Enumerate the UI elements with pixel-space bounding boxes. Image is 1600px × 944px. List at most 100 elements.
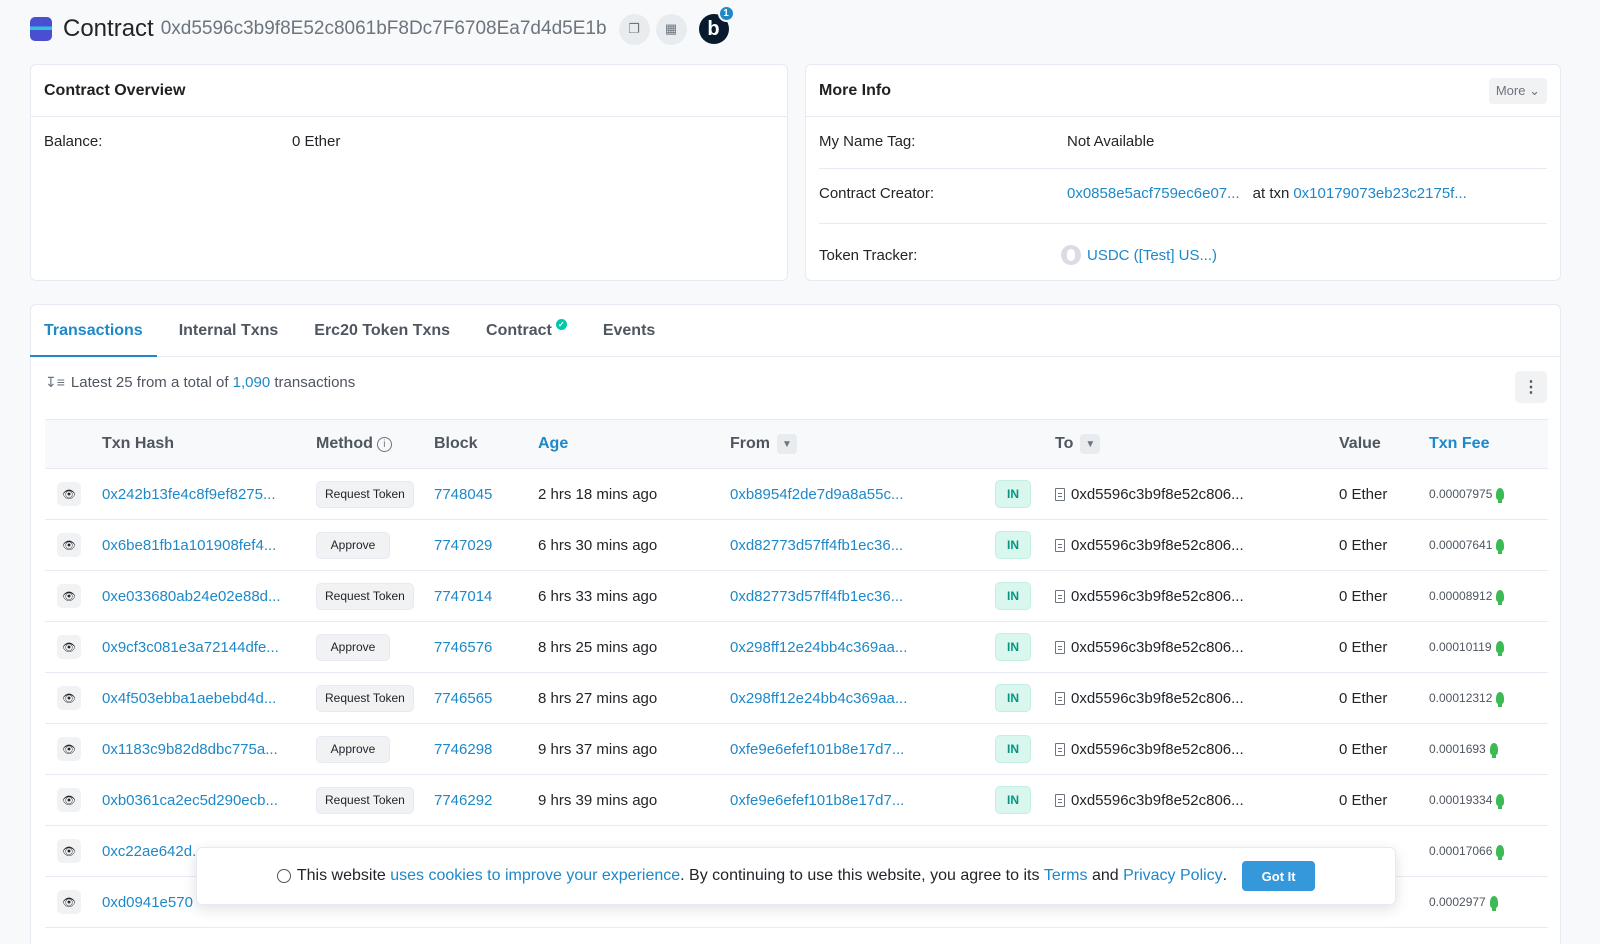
info-icon[interactable]: i [376,436,392,452]
col-txn-fee[interactable]: Txn Fee [1429,420,1489,468]
block-link[interactable]: 7746565 [434,690,492,707]
to-address: 0xd5596c3b9f8e52c806... [1071,740,1244,758]
eye-icon[interactable]: 👁 [57,686,81,710]
gas-bulb-icon [1496,539,1505,554]
col-age[interactable]: Age [538,420,568,468]
tab-erc20-token-txns[interactable]: Erc20 Token Txns [314,305,450,356]
txn-fee-text: 0.00007641 [1429,538,1493,552]
txn-hash-link[interactable]: 0xb0361ca2ec5d290ecb... [102,792,278,809]
tab-events[interactable]: Events [603,305,655,356]
divider [819,168,1547,169]
eye-icon[interactable]: 👁 [57,533,81,557]
summary-suffix: transactions [274,374,356,391]
txn-fee-text: 0.00008912 [1429,589,1493,603]
direction-badge: IN [995,735,1031,763]
value-text: 0 Ether [1339,791,1388,809]
tab-bar: Transactions Internal Txns Erc20 Token T… [30,305,1560,357]
from-address-link[interactable]: 0x298ff12e24bb4c369aa... [730,690,907,707]
txn-hash-link[interactable]: 0xe033680ab24e02e88d... [102,588,281,605]
method-badge: Request Token [316,480,414,508]
age-text: 9 hrs 37 mins ago [538,740,658,758]
txn-fee-text: 0.0002977 [1429,895,1486,909]
block-link[interactable]: 7746292 [434,792,492,809]
block-link[interactable]: 7746298 [434,741,492,758]
eye-icon[interactable]: 👁 [57,584,81,608]
token-tracker-link[interactable]: USDC ([Test] US...) [1087,247,1217,264]
more-vertical-icon[interactable]: ⋮ [1515,371,1547,403]
txn-hash-link[interactable]: 0x1183c9b82d8dbc775a... [102,741,278,758]
cookie-text-1: This website [296,867,386,884]
tab-internal-txns[interactable]: Internal Txns [179,305,279,356]
from-address-link[interactable]: 0xb8954f2de7d9a8a55c... [730,486,904,503]
value-text: 0 Ether [1339,485,1388,503]
gas-bulb-icon [1496,590,1505,605]
sort-icon: ↧≡ [45,374,65,390]
txn-hash-link[interactable]: 0x242b13fe4c8f9ef8275... [102,486,275,503]
from-address-link[interactable]: 0xd82773d57ff4fb1ec36... [730,537,903,554]
contract-doc-icon [1055,691,1065,705]
txn-hash-link[interactable]: 0x4f503ebba1aebebd4d... [102,690,276,707]
direction-badge: IN [995,582,1031,610]
contract-doc-icon [1055,742,1065,756]
eye-icon[interactable]: 👁 [57,839,81,863]
block-link[interactable]: 7748045 [434,486,492,503]
cookie-policy-link[interactable]: uses cookies to improve your experience [390,867,680,885]
from-address-link[interactable]: 0xfe9e6efef101b8e17d7... [730,792,904,809]
eye-icon[interactable]: 👁 [57,788,81,812]
gas-bulb-icon [1496,845,1505,860]
age-text: 6 hrs 30 mins ago [538,536,658,554]
tab-transactions[interactable]: Transactions [30,305,157,357]
notification-badge: 1 [717,5,735,22]
terms-link[interactable]: Terms [1044,867,1088,885]
summary-prefix: Latest 25 from a total of [70,374,229,391]
from-address-link[interactable]: 0xd82773d57ff4fb1ec36... [730,588,903,605]
block-link[interactable]: 7747029 [434,537,492,554]
name-tag-label: My Name Tag: [819,133,916,150]
total-transactions-link[interactable]: 1,090 [233,374,271,391]
to-address: 0xd5596c3b9f8e52c806... [1071,485,1244,503]
col-from: From ▼ [730,420,797,468]
block-link[interactable]: 7747014 [434,588,492,605]
to-address: 0xd5596c3b9f8e52c806... [1071,689,1244,707]
txn-hash-link[interactable]: 0x9cf3c081e3a72144dfe... [102,639,279,656]
cookie-banner: This website uses cookies to improve you… [196,847,1396,905]
got-it-button[interactable]: Got It [1242,861,1316,891]
from-address-link[interactable]: 0xfe9e6efef101b8e17d7... [730,741,904,758]
verified-check-icon: ✓ [555,319,567,330]
cookie-period: . [1222,867,1228,884]
balance-row: Balance: 0 Ether [44,133,340,150]
creator-address-link[interactable]: 0x0858e5acf759ec6e07... [1067,185,1240,202]
tab-contract[interactable]: Contract ✓ [486,305,567,356]
txn-hash-link[interactable]: 0x6be81fb1a101908fef4... [102,537,276,554]
more-dropdown-button[interactable]: More ⌄ [1488,77,1547,104]
txn-fee-text: 0.00010119 [1429,640,1492,654]
method-badge: Request Token [316,684,414,712]
age-text: 8 hrs 25 mins ago [538,638,658,656]
eye-icon[interactable]: 👁 [57,482,81,506]
copy-icon[interactable]: ❐ [618,13,650,45]
privacy-policy-link[interactable]: Privacy Policy [1123,867,1223,885]
col-to: To ▼ [1055,420,1101,468]
txn-hash-link[interactable]: 0xd0941e570 [102,894,193,911]
direction-badge: IN [995,684,1031,712]
filter-icon[interactable]: ▼ [777,434,797,454]
contract-doc-icon [1055,589,1065,603]
eye-icon[interactable]: 👁 [57,890,81,914]
contract-doc-icon [1055,538,1065,552]
direction-badge: IN [995,480,1031,508]
eye-icon[interactable]: 👁 [57,737,81,761]
direction-badge: IN [995,633,1031,661]
contract-doc-icon [1055,487,1065,501]
eye-icon[interactable]: 👁 [57,635,81,659]
name-tag-row: My Name Tag: Not Available [819,133,1547,150]
col-txn-hash: Txn Hash [102,435,175,452]
avatar-button[interactable]: b 1 [698,5,735,44]
qr-code-icon[interactable]: ▦ [655,13,687,45]
creator-txn-link[interactable]: 0x10179073eb23c2175f... [1293,185,1467,202]
from-address-link[interactable]: 0x298ff12e24bb4c369aa... [730,639,907,656]
block-link[interactable]: 7746576 [434,639,492,656]
txn-hash-link[interactable]: 0xc22ae642d... [102,843,205,860]
balance-label: Balance: [44,133,103,150]
filter-icon[interactable]: ▼ [1080,434,1101,454]
chevron-down-icon: ⌄ [1529,82,1540,98]
